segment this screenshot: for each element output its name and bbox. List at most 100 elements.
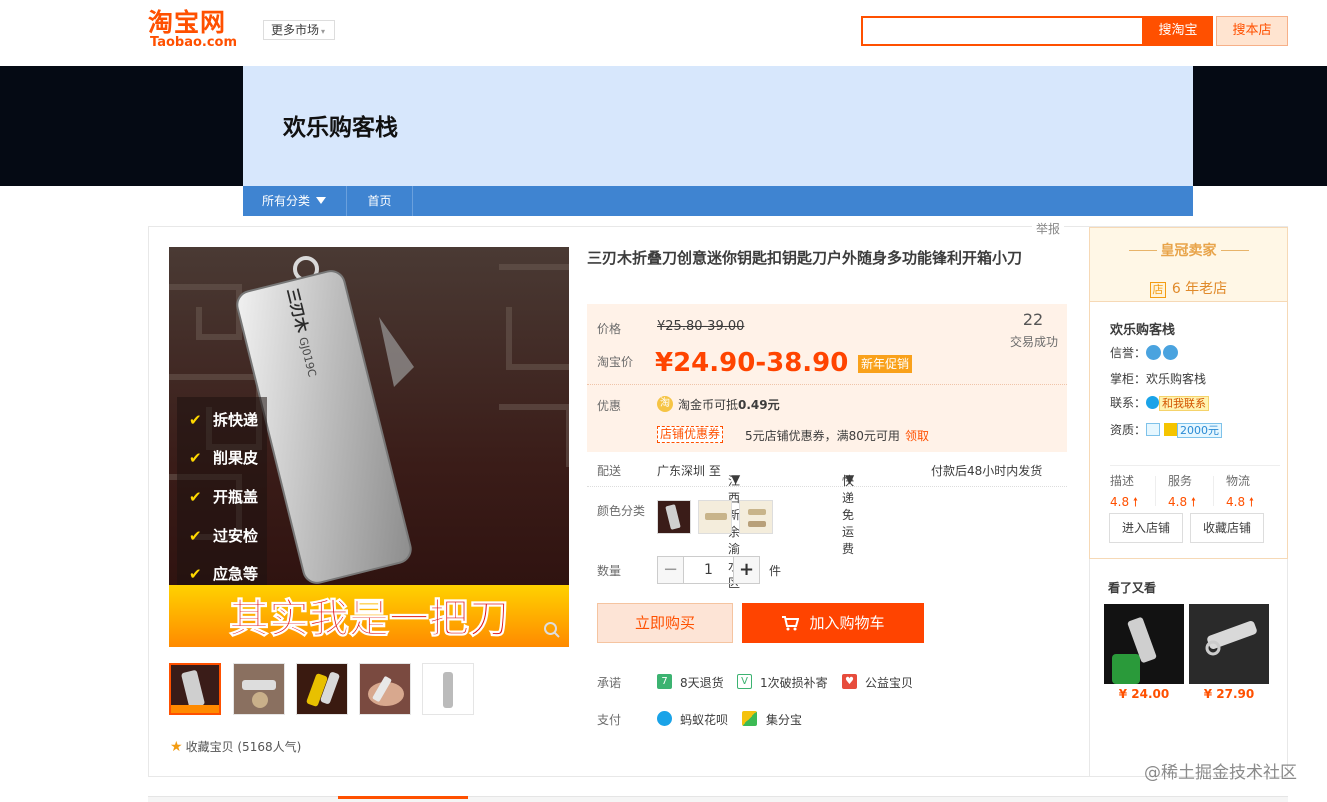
also-viewed-item-2[interactable]: [1189, 604, 1269, 684]
qty-plus-button[interactable]: +: [733, 556, 760, 584]
image-feature-4: 过安检: [213, 527, 258, 545]
shop-age-text: 6 年老店: [1171, 281, 1228, 297]
favorite-shop-button[interactable]: 收藏店铺: [1190, 513, 1264, 543]
product-title: 三刃木折叠刀创意迷你钥匙扣钥匙刀户外随身多功能锋利开箱小刀: [587, 249, 1023, 267]
report-link[interactable]: 举报: [1032, 220, 1065, 237]
promise-charity[interactable]: 公益宝贝: [865, 674, 913, 691]
credit-label: 信誉：: [1110, 346, 1147, 360]
score-description[interactable]: 描述 4.8 🠕: [1110, 472, 1168, 514]
image-slogan: 其实我是一把刀: [229, 596, 509, 642]
crown-credit-icon: [1163, 345, 1179, 360]
promise-return[interactable]: 8天退货: [680, 674, 724, 691]
sales-count: 22: [1022, 310, 1044, 329]
color-option-1[interactable]: [657, 500, 691, 534]
color-option-1-art: [658, 501, 690, 533]
seller-shop-name[interactable]: 欢乐购客栈: [1110, 319, 1175, 338]
score-value: 4.8: [1110, 495, 1130, 509]
charity-heart-icon: ♥: [842, 674, 857, 689]
buy-now-button[interactable]: 立即购买: [597, 603, 733, 643]
promo-price: ¥24.90-38.90: [655, 348, 849, 378]
color-option-3[interactable]: [739, 500, 773, 534]
color-option-2-art: [699, 501, 731, 533]
also-viewed-item-1[interactable]: [1104, 604, 1184, 684]
color-label: 颜色分类: [597, 504, 646, 518]
also-viewed-title: 看了又看: [1108, 581, 1157, 595]
owner-name[interactable]: 欢乐购客栈: [1146, 372, 1206, 386]
price-panel: 价格 ¥25.80-39.00 淘宝价 ¥24.90-38.90 新年促销 22…: [587, 304, 1067, 452]
thumbnail-5[interactable]: [422, 663, 474, 715]
svg-text:✔: ✔: [189, 565, 202, 583]
promise-damage[interactable]: 1次破损补寄: [760, 674, 828, 691]
shop-coupon-tag: 店铺优惠券: [657, 426, 724, 443]
jifenbao-icon: [742, 711, 757, 726]
arrow-up-icon: 🠕: [1248, 495, 1255, 509]
arrow-up-icon: 🠕: [1190, 495, 1197, 509]
thumbnail-2[interactable]: [233, 663, 285, 715]
detail-tab-active-indicator[interactable]: [338, 796, 468, 799]
coupon-text: 5元店铺优惠券，满80元可用: [745, 429, 900, 443]
thumbnail-4[interactable]: [359, 663, 411, 715]
taobao-logo[interactable]: 淘宝网 Taobao.com: [148, 8, 244, 52]
score-label: 描述: [1110, 474, 1135, 488]
thumbnail-3[interactable]: [296, 663, 348, 715]
thumbnail-1[interactable]: [169, 663, 221, 715]
seller-level: 皇冠卖家: [1090, 240, 1287, 260]
add-to-cart-button[interactable]: 加入购物车: [742, 603, 924, 643]
nav-all-label: 所有分类: [262, 194, 311, 208]
contact-seller-button[interactable]: 和我联系: [1159, 396, 1210, 411]
score-value: 4.8: [1168, 495, 1188, 509]
ship-label: 配送: [597, 464, 622, 478]
thumbnail-4-art: [360, 664, 410, 714]
owner-label: 掌柜：: [1110, 372, 1147, 386]
shop-banner: 欢乐购客栈: [243, 66, 1193, 186]
search-input[interactable]: [861, 16, 1144, 46]
id-card-icon: [1146, 423, 1161, 436]
main-product-image[interactable]: 三刃木 GJ019C ✔ 拆快递 ✔ 削果皮 ✔ 开瓶盖 ✔ 过安检 ✔ 应急等 其实我是…: [169, 247, 569, 647]
taobao-price-label: 淘宝价: [597, 355, 634, 369]
original-price: ¥25.80-39.00: [657, 319, 745, 334]
nav-home[interactable]: 首页: [347, 186, 413, 216]
search-taobao-button[interactable]: 搜淘宝: [1143, 16, 1213, 46]
score-logistics[interactable]: 物流 4.8 🠕: [1226, 472, 1284, 514]
qualification-row: 资质： 2000元: [1110, 421, 1223, 438]
seller-header: 皇冠卖家 店 6 年老店: [1090, 228, 1287, 302]
score-divider: [1155, 476, 1156, 506]
chevron-down-icon: ▼: [845, 472, 855, 486]
promo-tag: 新年促销: [858, 355, 913, 373]
chat-icon: [1146, 396, 1160, 409]
zoom-icon[interactable]: [543, 621, 561, 639]
claim-coupon-link[interactable]: 领取: [905, 427, 929, 444]
watermark-text: @稀土掘金技术社区: [1144, 763, 1297, 783]
search-shop-button[interactable]: 搜本店: [1216, 16, 1288, 46]
coin-prefix: 淘金币可抵: [678, 398, 739, 412]
also-viewed-item-1-art: [1104, 604, 1184, 684]
coin-amount: 0.49元: [738, 398, 780, 412]
shop-name[interactable]: 欢乐购客栈: [283, 108, 398, 142]
qty-input[interactable]: 1: [684, 556, 733, 584]
favorite-item-link[interactable]: ★ 收藏宝贝 (5168人气): [170, 738, 301, 755]
top-header: 淘宝网 Taobao.com 更多市场 ▾ 搜淘宝 搜本店: [0, 0, 1327, 66]
enter-shop-button[interactable]: 进入店铺: [1109, 513, 1183, 543]
qty-label: 数量: [597, 564, 622, 578]
deposit-icon: [1164, 423, 1178, 436]
also-viewed-item-2-art: [1189, 604, 1269, 684]
payment-huabei[interactable]: 蚂蚁花呗: [680, 711, 728, 728]
owner-row: 掌柜：欢乐购客栈: [1110, 370, 1206, 387]
thumbnail-1-art: [171, 665, 219, 713]
ship-time: 付款后48小时内发货: [931, 464, 1043, 478]
price-label: 价格: [597, 322, 622, 336]
score-service[interactable]: 服务 4.8 🠕: [1168, 472, 1226, 514]
add-to-cart-label: 加入购物车: [809, 614, 885, 632]
also-viewed-price-2: ¥ 27.90: [1203, 687, 1255, 701]
nav-all-categories[interactable]: 所有分类: [243, 186, 347, 216]
star-icon: ★: [170, 739, 183, 755]
more-markets-dropdown[interactable]: 更多市场 ▾: [263, 20, 335, 40]
color-option-2[interactable]: [698, 500, 732, 534]
qual-label: 资质：: [1110, 423, 1147, 437]
svg-text:✔: ✔: [189, 449, 202, 467]
chevron-down-icon: ▾: [321, 27, 326, 36]
sales-label: 交易成功: [1009, 335, 1058, 349]
qty-minus-button[interactable]: −: [657, 556, 684, 584]
payment-jifenbao[interactable]: 集分宝: [766, 711, 802, 728]
deposit-badge[interactable]: 2000元: [1177, 423, 1223, 438]
